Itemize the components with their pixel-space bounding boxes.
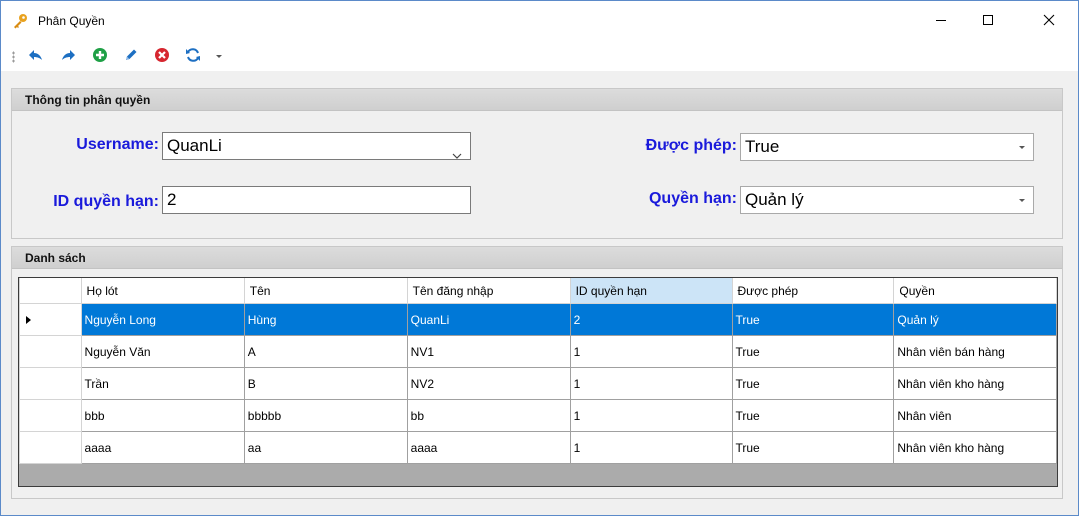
table-cell[interactable]: B bbox=[243, 367, 408, 400]
quyen-han-value: Quản lý bbox=[745, 190, 804, 209]
quyen-han-label: Quyền hạn: bbox=[648, 190, 737, 207]
delete-button[interactable] bbox=[151, 46, 173, 66]
duoc-phep-combobox[interactable]: True bbox=[740, 133, 1034, 161]
table-cell[interactable]: bbb bbox=[80, 399, 245, 432]
table-row[interactable]: bbb bbbbb bb 1 True Nhân viên bbox=[19, 399, 1057, 432]
table-cell[interactable]: NV1 bbox=[406, 335, 571, 368]
table-cell[interactable]: Nhân viên kho hàng bbox=[893, 431, 1057, 464]
table-cell[interactable]: True bbox=[731, 399, 895, 432]
table-cell[interactable]: 1 bbox=[569, 431, 733, 464]
column-header-ten[interactable]: Tên bbox=[243, 278, 408, 304]
close-button[interactable] bbox=[1026, 5, 1072, 37]
row-header[interactable] bbox=[19, 335, 82, 368]
minimize-icon bbox=[935, 14, 947, 29]
column-header-id-quyen-han[interactable]: ID quyền hạn bbox=[569, 278, 733, 304]
table-cell[interactable]: aaaa bbox=[406, 431, 571, 464]
info-group-title: Thông tin phân quyền bbox=[25, 93, 151, 107]
minimize-button[interactable] bbox=[918, 5, 964, 37]
column-header-duoc-phep[interactable]: Được phép bbox=[731, 278, 895, 304]
dropdown-arrow-icon[interactable] bbox=[1019, 199, 1025, 202]
table-cell[interactable]: aa bbox=[243, 431, 408, 464]
app-window: Phân Quyền Thông tin phân quyền Username… bbox=[0, 0, 1079, 516]
edit-button[interactable] bbox=[120, 46, 142, 66]
table-cell[interactable]: A bbox=[243, 335, 408, 368]
redo-icon bbox=[60, 48, 76, 65]
username-value: QuanLi bbox=[167, 136, 222, 155]
add-icon bbox=[92, 47, 108, 66]
refresh-icon bbox=[185, 47, 201, 66]
undo-icon bbox=[28, 48, 44, 65]
row-header[interactable] bbox=[19, 399, 82, 432]
maximize-icon bbox=[982, 14, 994, 29]
id-quyen-han-input[interactable]: 2 bbox=[162, 186, 471, 214]
redo-button[interactable] bbox=[57, 46, 79, 66]
table-row[interactable]: Nguyễn Long Hùng QuanLi 2 True Quản lý bbox=[19, 303, 1057, 336]
toolbar bbox=[1, 41, 1078, 71]
undo-button[interactable] bbox=[25, 46, 47, 66]
row-header[interactable] bbox=[19, 367, 82, 400]
table-cell[interactable]: Nhân viên kho hàng bbox=[893, 367, 1057, 400]
table-cell[interactable]: Nguyễn Văn bbox=[80, 335, 245, 368]
table-row[interactable]: aaaa aa aaaa 1 True Nhân viên kho hàng bbox=[19, 431, 1057, 464]
duoc-phep-value: True bbox=[745, 137, 780, 156]
list-group: Danh sách Họ lót Tên Tên đăng nhập ID qu… bbox=[11, 246, 1063, 499]
list-group-header: Danh sách bbox=[12, 247, 1062, 269]
table-header-row: Họ lót Tên Tên đăng nhập ID quyền hạn Đư… bbox=[19, 278, 1057, 304]
username-combobox[interactable]: QuanLi bbox=[162, 132, 471, 160]
table-row[interactable]: Nguyễn Văn A NV1 1 True Nhân viên bán hà… bbox=[19, 335, 1057, 368]
table-cell[interactable]: True bbox=[731, 335, 895, 368]
window-title: Phân Quyền bbox=[38, 14, 105, 28]
id-quyen-han-value: 2 bbox=[167, 190, 177, 209]
duoc-phep-label: Được phép: bbox=[645, 137, 737, 154]
table-cell[interactable]: True bbox=[731, 303, 895, 336]
info-group-header: Thông tin phân quyền bbox=[12, 89, 1062, 111]
toolbar-dropdown-button[interactable] bbox=[214, 46, 224, 66]
table-cell[interactable]: True bbox=[731, 431, 895, 464]
table-cell[interactable]: Nhân viên bbox=[893, 399, 1057, 432]
table-cell[interactable]: bb bbox=[406, 399, 571, 432]
dropdown-icon bbox=[215, 49, 223, 63]
chevron-down-icon[interactable] bbox=[452, 142, 462, 159]
current-row-pointer-icon bbox=[26, 315, 31, 324]
column-header-ho-lot[interactable]: Họ lót bbox=[80, 278, 245, 304]
table-cell[interactable]: NV2 bbox=[406, 367, 571, 400]
table-cell[interactable]: 1 bbox=[569, 367, 733, 400]
table-cell[interactable]: Trần bbox=[80, 367, 245, 400]
table-row[interactable]: Trần B NV2 1 True Nhân viên kho hàng bbox=[19, 367, 1057, 400]
row-header[interactable] bbox=[19, 303, 82, 336]
table-cell[interactable]: aaaa bbox=[80, 431, 245, 464]
table-cell[interactable]: Hùng bbox=[243, 303, 408, 336]
refresh-button[interactable] bbox=[182, 46, 204, 66]
username-label: Username: bbox=[76, 136, 159, 153]
title-bar: Phân Quyền bbox=[1, 1, 1078, 41]
row-header[interactable] bbox=[19, 431, 82, 464]
table-cell[interactable]: Nhân viên bán hàng bbox=[893, 335, 1057, 368]
table-cell[interactable]: 2 bbox=[569, 303, 733, 336]
quyen-han-combobox[interactable]: Quản lý bbox=[740, 186, 1034, 214]
table-cell[interactable]: True bbox=[731, 367, 895, 400]
permission-table: Họ lót Tên Tên đăng nhập ID quyền hạn Đư… bbox=[19, 278, 1057, 464]
permission-datagrid[interactable]: Họ lót Tên Tên đăng nhập ID quyền hạn Đư… bbox=[18, 277, 1058, 487]
table-cell[interactable]: 1 bbox=[569, 335, 733, 368]
column-header-ten-dang-nhap[interactable]: Tên đăng nhập bbox=[406, 278, 571, 304]
table-cell[interactable]: bbbbb bbox=[243, 399, 408, 432]
row-header-corner[interactable] bbox=[19, 278, 82, 304]
info-group: Thông tin phân quyền Username: QuanLi ID… bbox=[11, 88, 1063, 239]
toolbar-grip[interactable] bbox=[12, 51, 15, 63]
maximize-button[interactable] bbox=[965, 5, 1011, 37]
delete-icon bbox=[154, 47, 170, 66]
close-icon bbox=[1043, 14, 1055, 29]
table-cell[interactable]: Quản lý bbox=[893, 303, 1057, 336]
column-header-quyen[interactable]: Quyền bbox=[893, 278, 1057, 304]
add-button[interactable] bbox=[89, 46, 111, 66]
table-cell[interactable]: QuanLi bbox=[406, 303, 571, 336]
list-group-title: Danh sách bbox=[25, 251, 86, 265]
dropdown-arrow-icon[interactable] bbox=[1019, 146, 1025, 149]
key-icon bbox=[12, 13, 28, 29]
edit-icon bbox=[123, 47, 139, 66]
table-cell[interactable]: 1 bbox=[569, 399, 733, 432]
id-quyen-han-label: ID quyền hạn: bbox=[53, 193, 159, 210]
table-cell[interactable]: Nguyễn Long bbox=[80, 303, 245, 336]
